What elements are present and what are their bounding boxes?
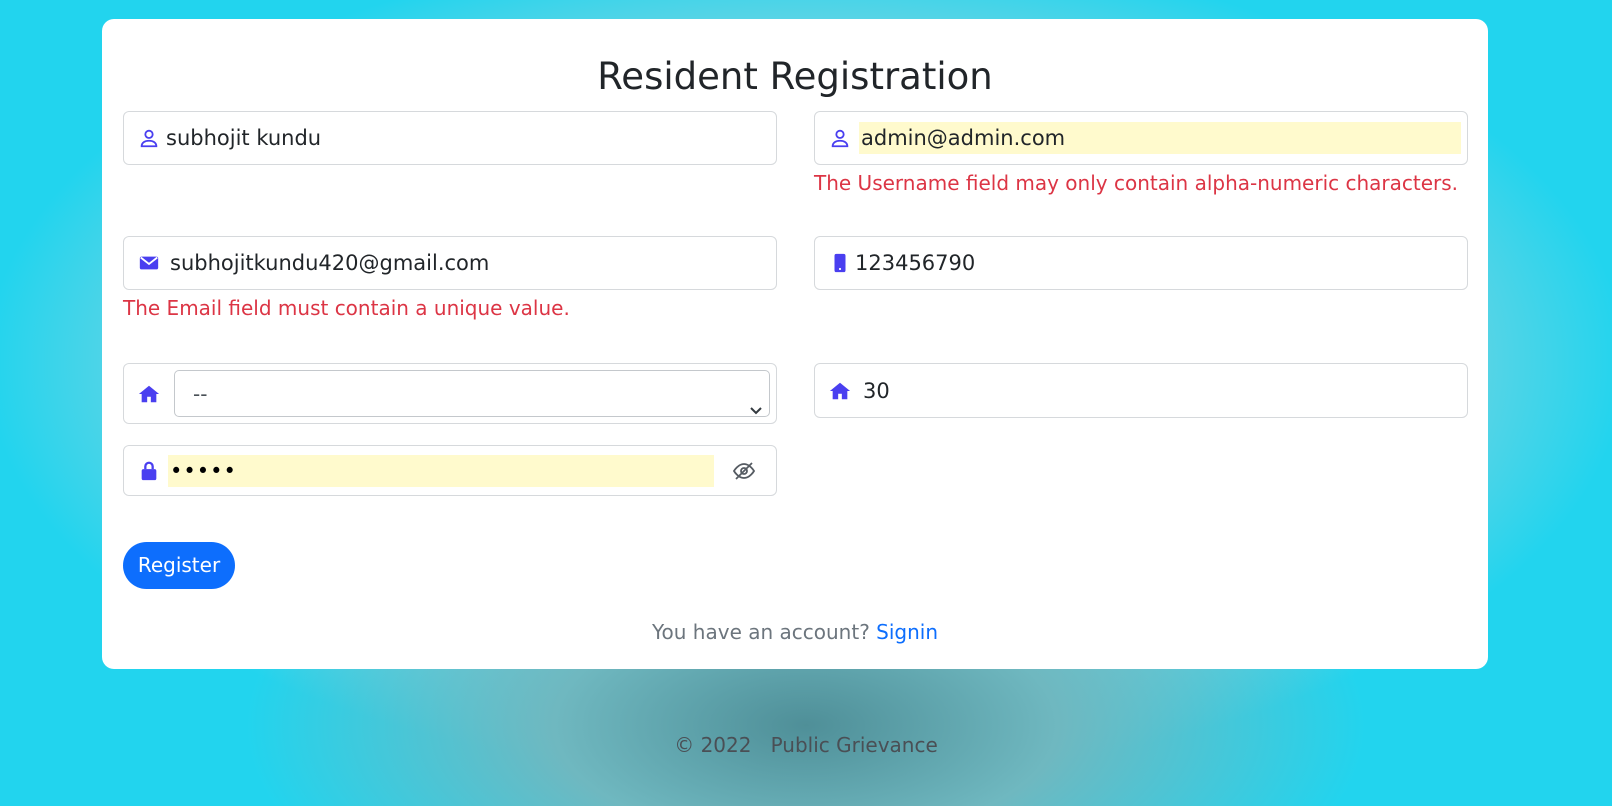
full-name-field[interactable] (123, 111, 777, 165)
envelope-icon (138, 252, 160, 274)
user-icon (829, 127, 851, 149)
signin-prompt: You have an account? Signin (102, 620, 1488, 644)
phone-field[interactable] (814, 236, 1468, 290)
phone-input[interactable] (855, 247, 1435, 279)
username-input[interactable] (859, 122, 1461, 154)
email-error: The Email field must contain a unique va… (123, 296, 570, 320)
house-number-input[interactable] (863, 374, 1443, 407)
home-icon (138, 383, 160, 405)
username-error: The Username field may only contain alph… (814, 171, 1459, 195)
user-icon (138, 127, 160, 149)
lock-icon (138, 460, 160, 482)
footer: © 2022 Public Grievance (0, 733, 1612, 757)
signin-link[interactable]: Signin (876, 620, 938, 644)
site-name: Public Grievance (770, 733, 938, 757)
page-title: Resident Registration (597, 55, 993, 98)
account-prompt-text: You have an account? (651, 620, 870, 644)
ward-select-value: -- (193, 382, 208, 406)
username-field[interactable] (814, 111, 1468, 165)
password-field[interactable]: ••••• (123, 445, 777, 496)
full-name-input[interactable] (166, 122, 746, 154)
email-input[interactable] (170, 247, 750, 279)
password-input[interactable]: ••••• (168, 454, 714, 487)
chevron-down-icon (749, 387, 763, 415)
house-number-field[interactable] (814, 363, 1468, 418)
ward-select[interactable]: -- (174, 370, 770, 417)
register-button[interactable]: Register (123, 542, 235, 589)
eye-slash-icon[interactable] (732, 459, 756, 483)
home-icon (829, 380, 851, 402)
email-field[interactable] (123, 236, 777, 290)
mobile-icon (829, 252, 851, 274)
copyright-text: © 2022 (674, 733, 752, 757)
registration-card: Resident Registration The Username field… (102, 19, 1488, 669)
ward-field[interactable]: -- (123, 363, 777, 424)
